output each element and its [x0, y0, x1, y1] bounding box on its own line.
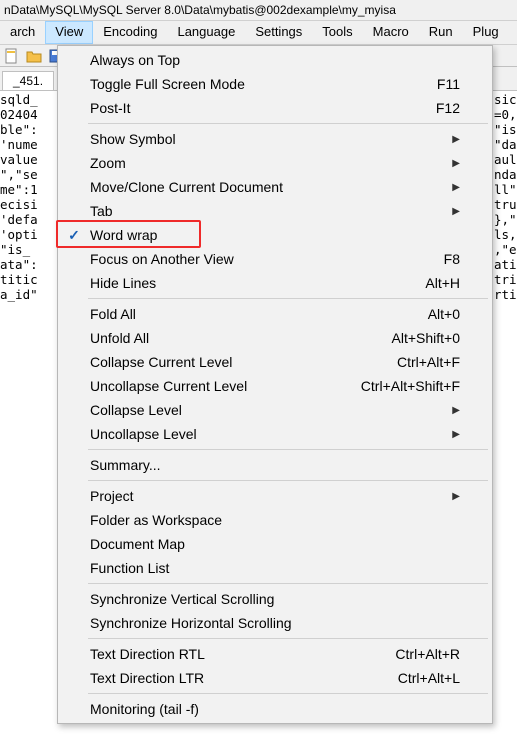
menu-item-label: Zoom: [90, 155, 126, 171]
submenu-arrow-icon: ▶: [452, 182, 460, 193]
menu-item-summary[interactable]: Summary...: [60, 453, 490, 477]
menu-item-synchronize-horizontal-scrolling[interactable]: Synchronize Horizontal Scrolling: [60, 611, 490, 635]
menu-arch[interactable]: arch: [0, 21, 45, 44]
menu-tools[interactable]: Tools: [312, 21, 362, 44]
submenu-arrow-icon: ▶: [452, 491, 460, 502]
open-icon[interactable]: [26, 48, 42, 64]
menu-item-shortcut: Ctrl+Alt+R: [395, 646, 460, 662]
menu-item-label: Word wrap: [90, 227, 157, 243]
check-icon: ✓: [66, 227, 82, 244]
menu-item-folder-as-workspace[interactable]: Folder as Workspace: [60, 508, 490, 532]
menu-item-label: Synchronize Vertical Scrolling: [90, 591, 274, 607]
menu-separator: [88, 123, 488, 124]
menu-item-collapse-level[interactable]: Collapse Level ▶: [60, 398, 490, 422]
menu-separator: [88, 693, 488, 694]
menu-item-label: Project: [90, 488, 134, 504]
window-title: nData\MySQL\MySQL Server 8.0\Data\mybati…: [0, 0, 517, 21]
tab-file[interactable]: _451.: [2, 71, 54, 90]
menu-item-word-wrap[interactable]: ✓ Word wrap: [60, 223, 490, 247]
menu-item-uncollapse-current-level[interactable]: Uncollapse Current Level Ctrl+Alt+Shift+F: [60, 374, 490, 398]
menu-item-label: Document Map: [90, 536, 185, 552]
menu-item-label: Uncollapse Current Level: [90, 378, 247, 394]
menu-item-toggle-full-screen-mode[interactable]: Toggle Full Screen Mode F11: [60, 72, 490, 96]
menu-item-label: Tab: [90, 203, 113, 219]
menu-item-label: Folder as Workspace: [90, 512, 222, 528]
submenu-arrow-icon: ▶: [452, 429, 460, 440]
view-menu-dropdown: Always on Top Toggle Full Screen Mode F11 P…: [57, 45, 493, 724]
menu-item-label: Summary...: [90, 457, 161, 473]
menu-item-text-direction-rtl[interactable]: Text Direction RTL Ctrl+Alt+R: [60, 642, 490, 666]
menu-item-shortcut: Alt+Shift+0: [392, 330, 461, 346]
menu-item-label: Function List: [90, 560, 169, 576]
menu-item-label: Show Symbol: [90, 131, 176, 147]
menu-item-collapse-current-level[interactable]: Collapse Current Level Ctrl+Alt+F: [60, 350, 490, 374]
menu-item-label: Uncollapse Level: [90, 426, 197, 442]
menu-item-monitoring-tail-f[interactable]: Monitoring (tail -f): [60, 697, 490, 721]
menu-run[interactable]: Run: [419, 21, 463, 44]
menu-item-move-clone-current-document[interactable]: Move/Clone Current Document ▶: [60, 175, 490, 199]
menu-item-function-list[interactable]: Function List: [60, 556, 490, 580]
menu-item-label: Collapse Level: [90, 402, 182, 418]
editor-left-fragment: sqld_ 02404 ble": 'nume value ","se me":…: [0, 92, 56, 302]
menu-item-zoom[interactable]: Zoom ▶: [60, 151, 490, 175]
menu-item-label: Always on Top: [90, 52, 180, 68]
menubar: archViewEncodingLanguageSettingsToolsMac…: [0, 21, 517, 45]
menu-item-label: Text Direction LTR: [90, 670, 204, 686]
menu-item-label: Text Direction RTL: [90, 646, 205, 662]
menu-item-show-symbol[interactable]: Show Symbol ▶: [60, 127, 490, 151]
editor-right-fragment: sic =0, "is "da aul nda ll" tru }," ls, …: [494, 92, 517, 302]
menu-separator: [88, 298, 488, 299]
menu-item-shortcut: Alt+H: [425, 275, 460, 291]
menu-item-label: Unfold All: [90, 330, 149, 346]
menu-separator: [88, 449, 488, 450]
menu-separator: [88, 638, 488, 639]
menu-item-shortcut: Ctrl+Alt+Shift+F: [361, 378, 460, 394]
menu-item-label: Post-It: [90, 100, 130, 116]
menu-item-always-on-top[interactable]: Always on Top: [60, 48, 490, 72]
menu-plug[interactable]: Plug: [463, 21, 509, 44]
menu-item-project[interactable]: Project ▶: [60, 484, 490, 508]
menu-item-post-it[interactable]: Post-It F12: [60, 96, 490, 120]
menu-item-label: Monitoring (tail -f): [90, 701, 199, 717]
menu-item-uncollapse-level[interactable]: Uncollapse Level ▶: [60, 422, 490, 446]
menu-item-shortcut: Ctrl+Alt+L: [398, 670, 460, 686]
menu-item-document-map[interactable]: Document Map: [60, 532, 490, 556]
menu-item-shortcut: F12: [436, 100, 460, 116]
menu-separator: [88, 583, 488, 584]
menu-separator: [88, 480, 488, 481]
menu-item-focus-on-another-view[interactable]: Focus on Another View F8: [60, 247, 490, 271]
menu-language[interactable]: Language: [167, 21, 245, 44]
menu-item-shortcut: F11: [437, 76, 460, 92]
menu-item-label: Toggle Full Screen Mode: [90, 76, 245, 92]
menu-macro[interactable]: Macro: [363, 21, 419, 44]
menu-item-tab[interactable]: Tab ▶: [60, 199, 490, 223]
submenu-arrow-icon: ▶: [452, 206, 460, 217]
menu-item-label: Focus on Another View: [90, 251, 234, 267]
menu-item-label: Fold All: [90, 306, 136, 322]
menu-item-label: Move/Clone Current Document: [90, 179, 283, 195]
menu-item-label: Collapse Current Level: [90, 354, 232, 370]
menu-settings[interactable]: Settings: [245, 21, 312, 44]
menu-item-fold-all[interactable]: Fold All Alt+0: [60, 302, 490, 326]
submenu-arrow-icon: ▶: [452, 134, 460, 145]
menu-item-shortcut: F8: [444, 251, 460, 267]
menu-encoding[interactable]: Encoding: [93, 21, 167, 44]
menu-item-text-direction-ltr[interactable]: Text Direction LTR Ctrl+Alt+L: [60, 666, 490, 690]
menu-item-label: Hide Lines: [90, 275, 156, 291]
submenu-arrow-icon: ▶: [452, 405, 460, 416]
menu-item-label: Synchronize Horizontal Scrolling: [90, 615, 292, 631]
menu-item-unfold-all[interactable]: Unfold All Alt+Shift+0: [60, 326, 490, 350]
submenu-arrow-icon: ▶: [452, 158, 460, 169]
menu-item-hide-lines[interactable]: Hide Lines Alt+H: [60, 271, 490, 295]
menu-view[interactable]: View: [45, 21, 93, 44]
new-file-icon[interactable]: [4, 48, 20, 64]
menu-item-shortcut: Alt+0: [428, 306, 460, 322]
menu-item-shortcut: Ctrl+Alt+F: [397, 354, 460, 370]
menu-item-synchronize-vertical-scrolling[interactable]: Synchronize Vertical Scrolling: [60, 587, 490, 611]
